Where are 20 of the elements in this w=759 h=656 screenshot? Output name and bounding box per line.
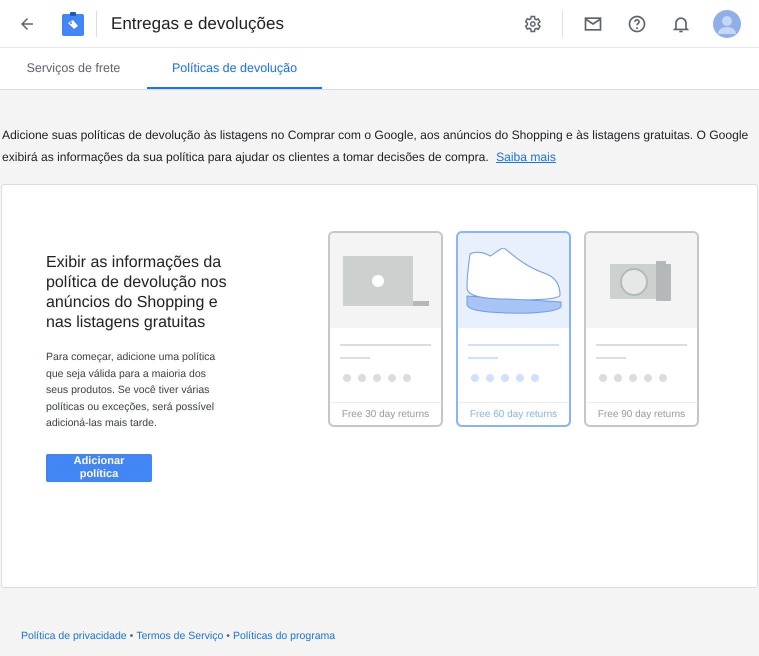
footer-link[interactable]: Políticas do programa	[232, 630, 336, 642]
panel-heading: Exibir as informações da política de devolução nos anúncios do Shopping e nas listagens gratuitas	[46, 253, 228, 333]
panel-description: Para começar, adicione uma política que seja válida para a maioria dos seus produtos. Se você tiver várias políticas ou exceções, será possível adicioná-las mais tarde.	[46, 350, 216, 431]
learn-more-link[interactable]: Saiba mais	[496, 150, 556, 164]
tag-logo-icon	[62, 12, 84, 36]
footer-link[interactable]: Política de privacidade	[21, 630, 127, 642]
footer-link[interactable]: Termos de Serviço	[136, 630, 224, 642]
tab[interactable]: Políticas de devolução	[147, 48, 322, 89]
card-caption: Free 30 day returns	[330, 402, 441, 425]
page-title: Entregas e devoluções	[111, 14, 284, 34]
add-policy-button[interactable]: Adicionar política	[46, 454, 152, 482]
shoe-icon	[466, 248, 562, 314]
intro-text: Adicione suas políticas de devolução às listagens no Comprar com o Google, aos anúncios do Shopping e às listagens gratuitas. O Google exibirá as informações da sua política para ajudar os clientes a tomar decisões de compra. Saiba mais	[2, 127, 750, 166]
camera-icon	[610, 260, 674, 300]
card-caption: Free 60 day returns	[458, 402, 569, 425]
tab[interactable]: Serviços de frete	[0, 48, 147, 89]
card-caption: Free 90 day returns	[586, 402, 697, 425]
separator-dot: •	[226, 630, 230, 642]
laptop-icon	[342, 256, 428, 306]
separator-dot: •	[130, 630, 134, 642]
